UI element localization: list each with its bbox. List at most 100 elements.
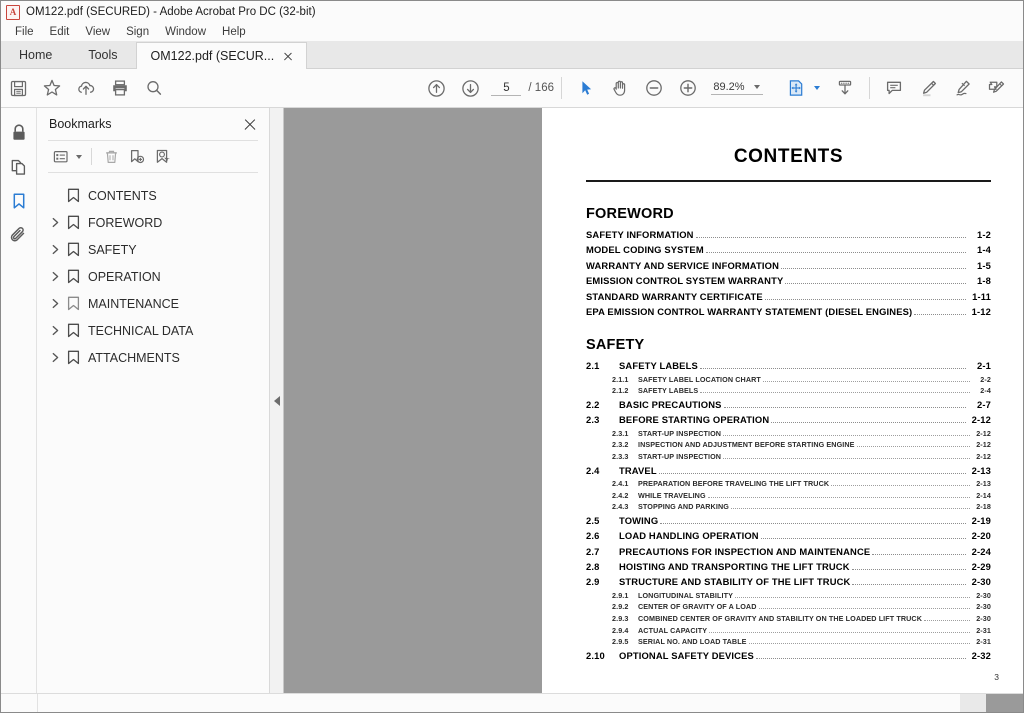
toc-entry[interactable]: 2.3.1 START-UP INSPECTION 2-12 (586, 428, 991, 440)
toc-entry[interactable]: 2.2 BASIC PRECAUTIONS 2-7 (586, 397, 991, 412)
close-icon[interactable] (280, 48, 296, 64)
bookmark-item-attachments[interactable]: ATTACHMENTS (37, 344, 269, 371)
toc-entry[interactable]: 2.9.5 SERIAL NO. AND LOAD TABLE 2-31 (586, 636, 991, 648)
attachments-icon[interactable] (3, 218, 35, 252)
toc-entry[interactable]: 2.9.2 CENTER OF GRAVITY OF A LOAD 2-30 (586, 601, 991, 613)
toc-entry[interactable]: 2.4.2 WHILE TRAVELING 2-14 (586, 490, 991, 502)
chevron-right-icon[interactable] (46, 349, 64, 367)
toc-entry[interactable]: 2.1 SAFETY LABELS 2-1 (586, 358, 991, 373)
toc-entry[interactable]: 2.9.3 COMBINED CENTER OF GRAVITY AND STA… (586, 613, 991, 625)
pdf-viewer[interactable]: CONTENTS FOREWORD SAFETY INFORMATION 1-2… (284, 108, 1023, 693)
bookmark-item-operation[interactable]: OPERATION (37, 263, 269, 290)
bookmark-item-contents[interactable]: CONTENTS (37, 182, 269, 209)
zoom-level-selector[interactable]: 89.2% (711, 81, 763, 95)
chevron-right-icon[interactable] (46, 241, 64, 259)
select-tool-button[interactable] (569, 72, 603, 104)
next-page-button[interactable] (453, 72, 487, 104)
toc-entry[interactable]: 2.6 LOAD HANDLING OPERATION 2-20 (586, 528, 991, 543)
print-icon[interactable] (103, 72, 137, 104)
download-icon[interactable] (828, 72, 862, 104)
page-number-input[interactable] (491, 80, 522, 96)
menu-item-edit[interactable]: Edit (42, 23, 78, 41)
new-bookmark-icon[interactable] (124, 145, 150, 169)
close-icon[interactable] (241, 115, 259, 133)
highlight-pen-icon[interactable] (911, 72, 945, 104)
toc-entry[interactable]: 2.10 OPTIONAL SAFETY DEVICES 2-32 (586, 648, 991, 663)
bookmark-item-maintenance[interactable]: MAINTENANCE (37, 290, 269, 317)
fit-page-chevron-down-icon[interactable] (814, 86, 820, 90)
toc-entry[interactable]: 2.4 TRAVEL 2-13 (586, 463, 991, 478)
sign-pen-icon[interactable] (945, 72, 979, 104)
bookmark-icon (64, 268, 83, 286)
save-button[interactable] (1, 72, 35, 104)
toc-entry[interactable]: STANDARD WARRANTY CERTIFICATE 1-11 (586, 289, 991, 304)
panel-collapse-handle[interactable] (270, 108, 284, 693)
page-total-label: / 166 (528, 82, 554, 94)
fit-page-button[interactable] (779, 72, 813, 104)
toc-entry[interactable]: EPA EMISSION CONTROL WARRANTY STATEMENT … (586, 304, 991, 319)
fill-and-sign-icon[interactable] (979, 72, 1013, 104)
toc-entry[interactable]: SAFETY INFORMATION 1-2 (586, 227, 991, 242)
chevron-right-icon[interactable] (46, 214, 64, 232)
toc-entry[interactable]: 2.8 HOISTING AND TRANSPORTING THE LIFT T… (586, 559, 991, 574)
chevron-right-icon[interactable] (46, 295, 64, 313)
tab-home[interactable]: Home (1, 41, 71, 69)
options-menu-icon[interactable] (48, 145, 74, 169)
star-icon[interactable] (35, 72, 69, 104)
delete-bookmark-icon[interactable] (98, 145, 124, 169)
page-thumbnails-icon[interactable] (3, 150, 35, 184)
toc-leader (785, 283, 966, 285)
zoom-out-button[interactable] (637, 72, 671, 104)
bookmark-item-safety[interactable]: SAFETY (37, 236, 269, 263)
toc-leader (705, 252, 966, 254)
toc-entry[interactable]: EMISSION CONTROL SYSTEM WARRANTY 1-8 (586, 273, 991, 288)
comment-icon[interactable] (877, 72, 911, 104)
bookmark-item-foreword[interactable]: FOREWORD (37, 209, 269, 236)
status-bar-main (38, 694, 960, 712)
toc-entry[interactable]: 2.7 PRECAUTIONS FOR INSPECTION AND MAINT… (586, 544, 991, 559)
menu-item-sign[interactable]: Sign (118, 23, 157, 41)
toc-entry[interactable]: 2.3 BEFORE STARTING OPERATION 2-12 (586, 412, 991, 427)
find-bookmark-icon[interactable] (150, 145, 176, 169)
bookmarks-list: CONTENTS FOREWORD SAFETY OPERATION MAINT… (37, 173, 269, 693)
toc-entry-page: 2-29 (971, 561, 991, 573)
tab-document[interactable]: OM122.pdf (SECUR... (135, 42, 308, 69)
zoom-in-button[interactable] (671, 72, 705, 104)
toc-entry[interactable]: 2.9.1 LONGITUDINAL STABILITY 2-30 (586, 590, 991, 602)
toc-leader (914, 314, 966, 316)
menu-item-file[interactable]: File (7, 23, 42, 41)
hand-pan-icon[interactable] (603, 72, 637, 104)
tab-bar-filler (307, 41, 1023, 69)
toolbar-left-group (1, 72, 171, 104)
security-lock-icon[interactable] (3, 116, 35, 150)
toc-entry[interactable]: WARRANTY AND SERVICE INFORMATION 1-5 (586, 258, 991, 273)
chevron-right-icon[interactable] (46, 268, 64, 286)
previous-page-button[interactable] (419, 72, 453, 104)
toc-entry[interactable]: 2.1.2 SAFETY LABELS 2-4 (586, 385, 991, 397)
toc-entry[interactable]: 2.4.3 STOPPING AND PARKING 2-18 (586, 501, 991, 513)
bookmark-item-technical-data[interactable]: TECHNICAL DATA (37, 317, 269, 344)
menu-item-help[interactable]: Help (214, 23, 254, 41)
toc-entry-page: 2-30 (976, 602, 991, 612)
toc-entry[interactable]: 2.9.4 ACTUAL CAPACITY 2-31 (586, 625, 991, 637)
toc-entry-page: 2-19 (971, 514, 991, 526)
menu-item-window[interactable]: Window (157, 23, 214, 41)
toc-entry[interactable]: 2.9 STRUCTURE AND STABILITY OF THE LIFT … (586, 574, 991, 589)
menu-item-view[interactable]: View (77, 23, 118, 41)
toc-entry[interactable]: 2.5 TOWING 2-19 (586, 513, 991, 528)
search-icon[interactable] (137, 72, 171, 104)
tab-tools[interactable]: Tools (70, 41, 136, 69)
toc-entry[interactable]: 2.3.2 INSPECTION AND ADJUSTMENT BEFORE S… (586, 439, 991, 451)
toc-entry-page: 2-2 (980, 374, 991, 384)
toc-entry-page: 1-11 (972, 290, 991, 302)
chevron-left-icon (273, 395, 280, 406)
toc-entry-title: SAFETY LABELS (619, 360, 698, 372)
toc-entry[interactable]: 2.3.3 START-UP INSPECTION 2-12 (586, 451, 991, 463)
cloud-upload-icon[interactable] (69, 72, 103, 104)
chevron-right-icon[interactable] (46, 322, 64, 340)
toc-entry[interactable]: 2.1.1 SAFETY LABEL LOCATION CHART 2-2 (586, 374, 991, 386)
toc-entry[interactable]: 2.4.1 PREPARATION BEFORE TRAVELING THE L… (586, 478, 991, 490)
options-chevron-down-icon[interactable] (76, 154, 82, 159)
toc-entry[interactable]: MODEL CODING SYSTEM 1-4 (586, 242, 991, 257)
bookmarks-icon[interactable] (3, 184, 35, 218)
